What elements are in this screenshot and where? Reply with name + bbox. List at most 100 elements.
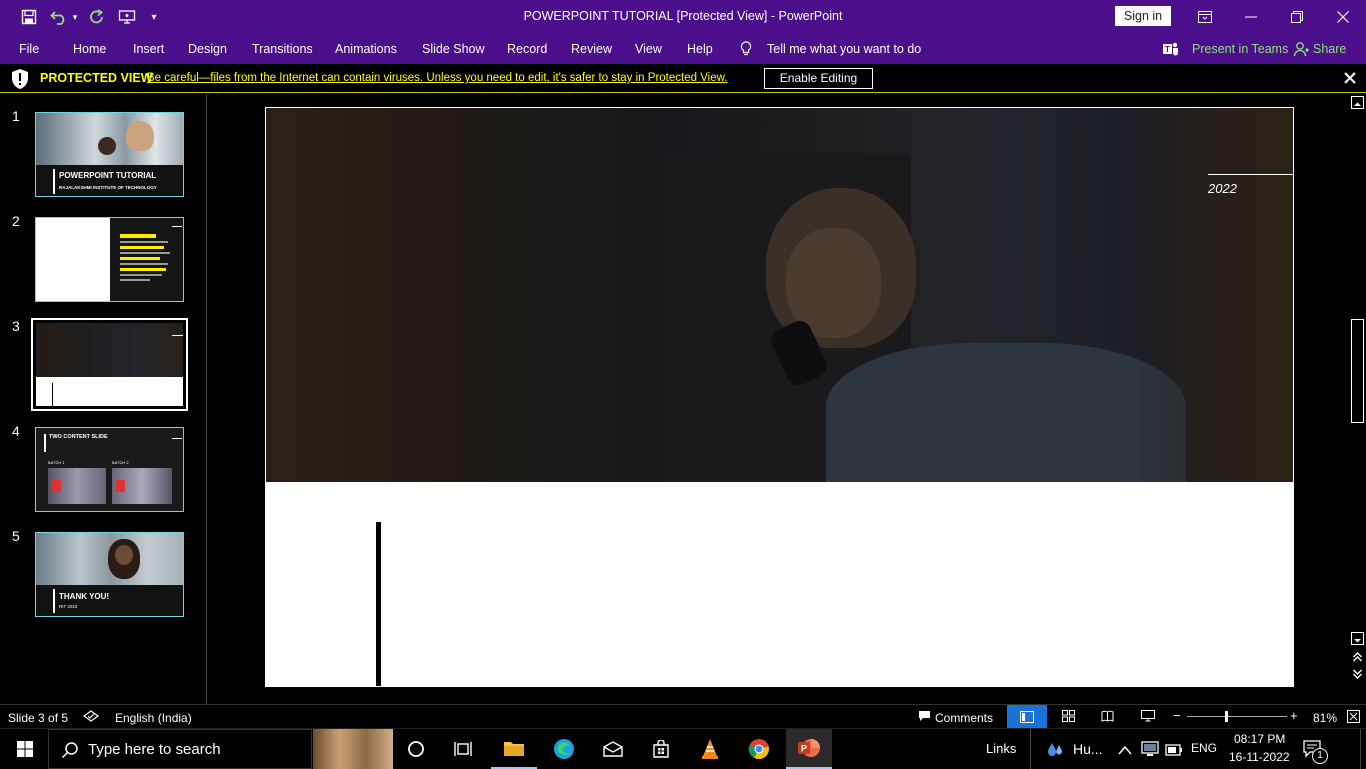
tab-record[interactable]: Record [507,42,547,56]
slide-thumbnail-2[interactable] [35,217,184,302]
protected-view-bar: PROTECTED VIEW Be careful—files from the… [0,64,1366,93]
share-button[interactable]: Share [1313,42,1346,56]
accent-bar [52,383,53,406]
cortana-icon[interactable] [393,729,439,769]
thumbnail-title: POWERPOINT TUTORIAL [59,171,157,180]
text-line [120,274,162,276]
ribbon-tabs: File Home Insert Design Transitions Anim… [0,34,1366,64]
accessibility-icon[interactable] [82,710,100,725]
thumbnail-image-detail [52,480,61,492]
tab-animations[interactable]: Animations [335,42,397,56]
tab-transitions[interactable]: Transitions [252,42,313,56]
tab-insert[interactable]: Insert [133,42,164,56]
present-in-teams-button[interactable]: Present in Teams [1192,42,1288,56]
comments-icon[interactable] [918,710,931,725]
accent-line [172,226,182,227]
svg-text:T: T [1165,45,1170,54]
tab-review[interactable]: Review [571,42,612,56]
tab-slide-show[interactable]: Slide Show [422,42,485,56]
fit-to-window-icon[interactable] [1347,710,1360,726]
taskbar-search-box[interactable]: Type here to search [48,729,312,769]
notification-count-badge: 1 [1312,748,1328,764]
previous-slide-icon[interactable] [1352,650,1363,668]
tab-design[interactable]: Design [188,42,227,56]
show-hidden-icons-icon[interactable] [1118,742,1132,760]
weather-widget[interactable]: Hu... [1073,741,1103,757]
normal-view-button[interactable] [1007,705,1047,728]
tab-home[interactable]: Home [73,42,106,56]
powerpoint-taskbar-icon[interactable]: P [786,729,832,769]
protected-view-message-link[interactable]: Be careful—files from the Internet can c… [147,72,727,84]
slide-thumbnail-1[interactable]: POWERPOINT TUTORIAL RAJALAKSHMI INSTITUT… [35,112,184,197]
slide-canvas[interactable]: 2022 [265,107,1294,687]
slide-thumbnail-3[interactable] [35,322,184,407]
scroll-down-button[interactable] [1351,632,1364,645]
windows-start-icon[interactable] [2,729,48,769]
tell-me-search[interactable]: Tell me what you want to do [767,42,921,56]
show-desktop-button[interactable] [1360,729,1366,769]
zoom-out-icon[interactable]: − [1173,708,1181,723]
mail-icon[interactable] [590,729,636,769]
slide-sorter-view-icon[interactable] [1062,710,1075,725]
vlc-player-icon[interactable] [687,729,733,769]
clock-date[interactable]: 16-11-2022 [1229,750,1290,764]
chrome-browser-icon[interactable] [736,729,782,769]
slide-show-view-icon[interactable] [1141,710,1155,725]
save-icon[interactable] [18,7,40,27]
slide-date[interactable]: 2022 [1208,181,1237,196]
slide-number: 5 [12,528,20,544]
lightbulb-icon [740,41,752,62]
scroll-up-button[interactable] [1351,96,1364,109]
slide-number: 1 [12,108,20,124]
edge-browser-icon[interactable] [541,729,587,769]
svg-text:P: P [801,744,807,754]
task-view-icon[interactable] [440,729,486,769]
close-message-bar-icon[interactable] [1344,71,1356,89]
zoom-in-icon[interactable]: + [1290,708,1298,723]
undo-icon[interactable] [48,7,70,27]
battery-icon[interactable] [1165,743,1183,761]
minimize-icon[interactable] [1228,0,1274,34]
links-toolbar[interactable]: Links [986,741,1016,756]
sign-in-button[interactable]: Sign in [1115,6,1171,26]
share-icon[interactable] [1293,41,1309,62]
weather-icon[interactable] [1045,740,1065,765]
zoom-slider-thumb[interactable] [1225,711,1228,722]
scroll-thumb[interactable] [1351,319,1364,423]
store-icon[interactable] [638,729,684,769]
teams-icon[interactable]: T [1162,41,1180,62]
tab-file[interactable]: File [19,42,39,56]
restore-icon[interactable] [1274,0,1320,34]
next-slide-icon[interactable] [1352,667,1363,685]
ribbon-display-options-icon[interactable] [1182,0,1228,34]
search-highlight-image[interactable] [313,729,393,769]
zoom-level[interactable]: 81% [1313,711,1337,725]
highlighted-text-line [120,257,160,260]
present-from-start-icon[interactable] [116,7,138,27]
search-placeholder: Type here to search [88,741,221,758]
zoom-slider[interactable] [1187,716,1287,717]
tab-view[interactable]: View [635,42,662,56]
slide-thumbnail-4[interactable]: TWO CONTENT SLIDE BATCH 1 BATCH 2 [35,427,184,512]
undo-dropdown-icon[interactable]: ▾ [70,7,80,27]
highlighted-text-line [120,246,164,249]
highlighted-text-line [120,234,156,238]
vertical-scrollbar[interactable] [1349,94,1366,704]
thumbnail-title: THANK YOU! [59,592,110,601]
tab-help[interactable]: Help [687,42,713,56]
shield-icon [10,68,30,95]
network-icon[interactable] [1141,741,1159,762]
clock-time[interactable]: 08:17 PM [1234,732,1285,746]
slide-counter[interactable]: Slide 3 of 5 [8,711,68,725]
enable-editing-button[interactable]: Enable Editing [764,68,873,89]
close-icon[interactable] [1320,0,1366,34]
slide-thumbnail-5[interactable]: THANK YOU! RIT 2022 [35,532,184,617]
language-indicator[interactable]: English (India) [115,711,192,725]
redo-icon[interactable] [86,7,108,27]
slide-number: 2 [12,213,20,229]
input-language[interactable]: ENG [1191,741,1217,755]
comments-button[interactable]: Comments [935,711,993,725]
customize-toolbar-icon[interactable]: ▾ [146,7,162,27]
reading-view-icon[interactable] [1101,710,1114,725]
file-explorer-icon[interactable] [491,729,537,769]
